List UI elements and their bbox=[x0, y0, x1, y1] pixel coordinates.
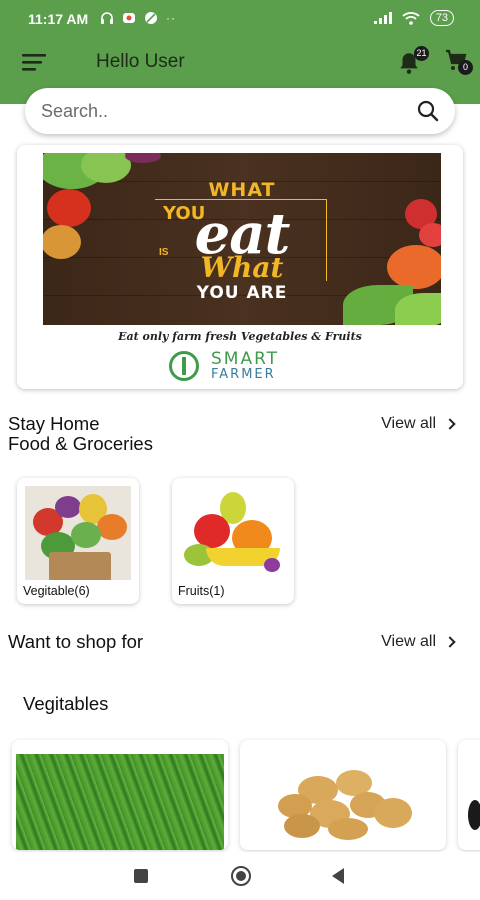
page-title: Hello User bbox=[96, 51, 185, 72]
farmer-logo-icon bbox=[169, 351, 199, 381]
potato-image bbox=[270, 764, 420, 844]
fruits-category-image bbox=[180, 486, 286, 580]
battery-indicator: 73 bbox=[429, 10, 454, 26]
system-navigation-bar bbox=[0, 852, 480, 900]
dnd-icon bbox=[145, 12, 157, 24]
view-all-groceries[interactable]: View all bbox=[381, 415, 456, 433]
search-icon[interactable] bbox=[417, 100, 439, 122]
product-card-potato[interactable] bbox=[240, 740, 446, 850]
more-dots-icon: ·· bbox=[166, 11, 176, 25]
top-app-bar: Hello User 21 0 bbox=[0, 40, 480, 84]
wifi-icon bbox=[402, 12, 420, 25]
chevron-right-icon bbox=[444, 636, 456, 648]
recent-apps-icon[interactable] bbox=[134, 869, 148, 883]
product-card-partial[interactable] bbox=[458, 740, 480, 850]
banner-line-what-script: What bbox=[200, 251, 284, 284]
status-bar: 11:17 AM ·· 73 bbox=[0, 0, 480, 40]
banner-line-you-are: YOU ARE bbox=[196, 283, 288, 303]
notification-app-icon bbox=[123, 13, 135, 23]
section-title-shop: Want to shop for bbox=[8, 631, 144, 652]
view-all-shop[interactable]: View all bbox=[381, 633, 456, 651]
vegetable-category-image bbox=[25, 486, 131, 580]
smart-farmer-logo: SMART FARMER bbox=[169, 349, 349, 383]
green-chilli-image bbox=[16, 754, 224, 850]
search-bar bbox=[25, 88, 455, 134]
notifications-button[interactable]: 21 bbox=[396, 46, 429, 78]
notification-count-badge: 21 bbox=[414, 46, 429, 61]
search-input[interactable] bbox=[41, 88, 401, 134]
signal-icon bbox=[373, 12, 392, 24]
product-card-green-chilli[interactable] bbox=[12, 740, 228, 850]
promo-banner[interactable]: WHAT YOU eat IS What YOU ARE Eat only fa… bbox=[17, 145, 463, 389]
banner-image: WHAT YOU eat IS What YOU ARE bbox=[43, 153, 441, 325]
back-icon[interactable] bbox=[332, 868, 344, 884]
category-card-vegetable[interactable]: Vegitable(6) bbox=[17, 478, 139, 604]
banner-line-what: WHAT bbox=[208, 179, 276, 201]
chevron-right-icon bbox=[444, 418, 456, 430]
headset-icon bbox=[101, 12, 113, 24]
home-icon[interactable] bbox=[231, 866, 251, 886]
section-title-groceries: Stay Home Food & Groceries bbox=[8, 413, 153, 454]
banner-tagline: Eat only farm fresh Vegetables & Fruits bbox=[118, 330, 362, 343]
status-time: 11:17 AM bbox=[28, 11, 89, 27]
menu-icon[interactable] bbox=[22, 52, 46, 72]
category-label: Fruits(1) bbox=[178, 584, 225, 598]
vegetables-subheading: Vegitables bbox=[23, 693, 109, 714]
cart-button[interactable]: 0 bbox=[444, 46, 476, 78]
cart-count-badge: 0 bbox=[458, 60, 473, 75]
category-label: Vegitable(6) bbox=[23, 584, 90, 598]
category-card-fruits[interactable]: Fruits(1) bbox=[172, 478, 294, 604]
